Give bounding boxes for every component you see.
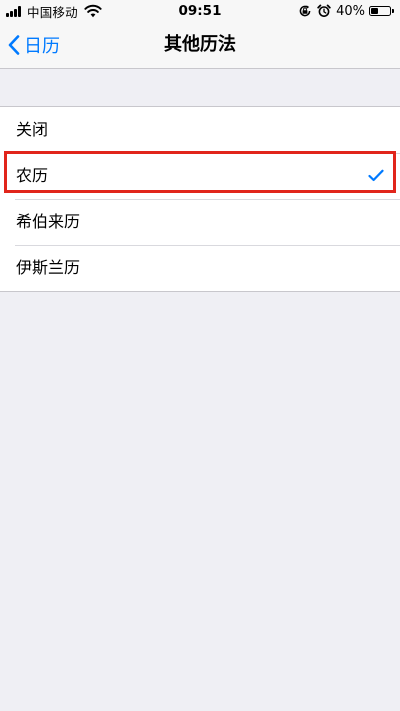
orientation-lock-icon [299,5,311,17]
calendar-option-chinese[interactable]: 农历 [0,153,400,199]
battery-percent: 40% [336,3,365,19]
battery-level [371,8,379,14]
alarm-icon [317,4,331,17]
calendar-options-list: 关闭 农历 希伯来历 伊斯兰历 [0,106,400,292]
checkmark-icon [368,169,384,182]
calendar-option-hebrew[interactable]: 希伯来历 [0,199,400,245]
calendar-option-label: 关闭 [16,120,49,139]
calendar-option-label: 希伯来历 [16,212,81,231]
calendar-option-off[interactable]: 关闭 [0,107,400,153]
calendar-option-label: 伊斯兰历 [16,258,81,277]
calendar-option-label: 农历 [16,166,49,185]
battery-cap [392,9,394,13]
status-bar-right: 40% [298,3,394,19]
page-title: 其他历法 [164,34,236,55]
calendar-option-islamic[interactable]: 伊斯兰历 [0,245,400,291]
status-bar: 中国移动 09:51 40% [0,0,400,22]
battery-icon [369,6,391,16]
navigation-bar: 日历 其他历法 [0,22,400,69]
